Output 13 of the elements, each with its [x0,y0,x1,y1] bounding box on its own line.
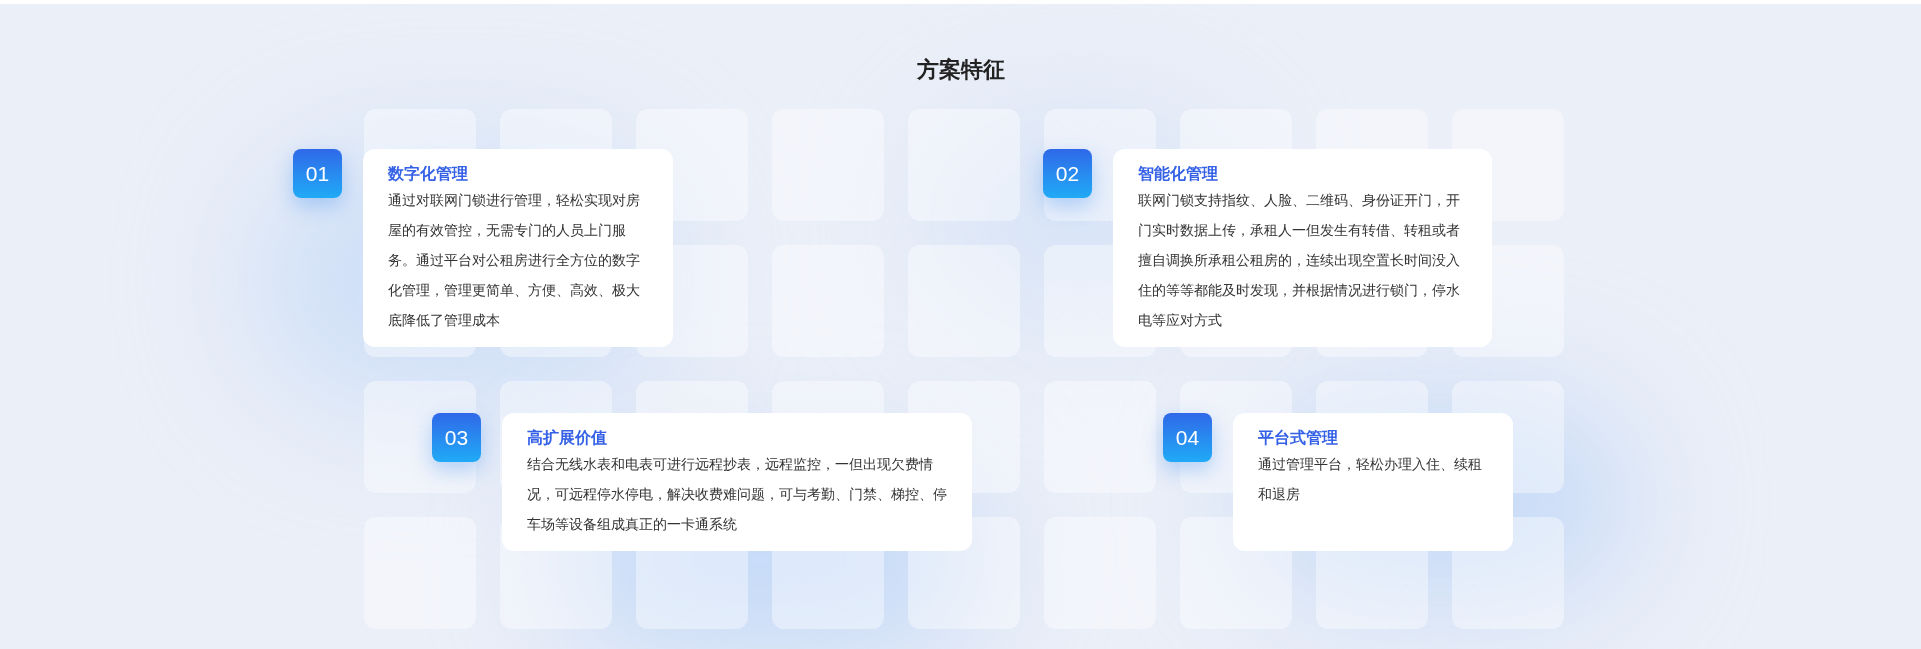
number-badge: 04 [1163,413,1212,462]
feature-title: 平台式管理 [1258,428,1339,448]
feature-description: 通过管理平台，轻松办理入住、续租和退房 [1258,455,1483,504]
feature-description: 通过对联网门锁进行管理，轻松实现对房屋的有效管控，无需专门的人员上门服务。通过平台对公租房进行全方位的数字化管理，管理更简单、方便、高效、极大底降低了管理成本 [388,191,641,330]
feature-description: 联网门锁支持指纹、人脸、二维码、身份证开门，开门实时数据上传，承租人一但发生有转借、转租或者擅自调换所承租公租房的，连续出现空置长时间没入住的等等都能及时发现，并根据情况进行锁门，停水电等应对方式 [1138,191,1461,330]
number-badge: 01 [293,149,342,198]
section-title: 方案特征 [916,56,1005,84]
feature-title: 智能化管理 [1138,164,1219,184]
feature-title: 数字化管理 [388,164,469,184]
number-badge: 03 [432,413,481,462]
number-badge: 02 [1043,149,1092,198]
feature-description: 结合无线水表和电表可进行远程抄表，远程监控，一但出现欠费情况，可远程停水停电，解决收费难问题，可与考勤、门禁、梯控、停车场等设备组成真正的一卡通系统 [527,455,948,534]
feature-title: 高扩展价值 [527,428,608,448]
